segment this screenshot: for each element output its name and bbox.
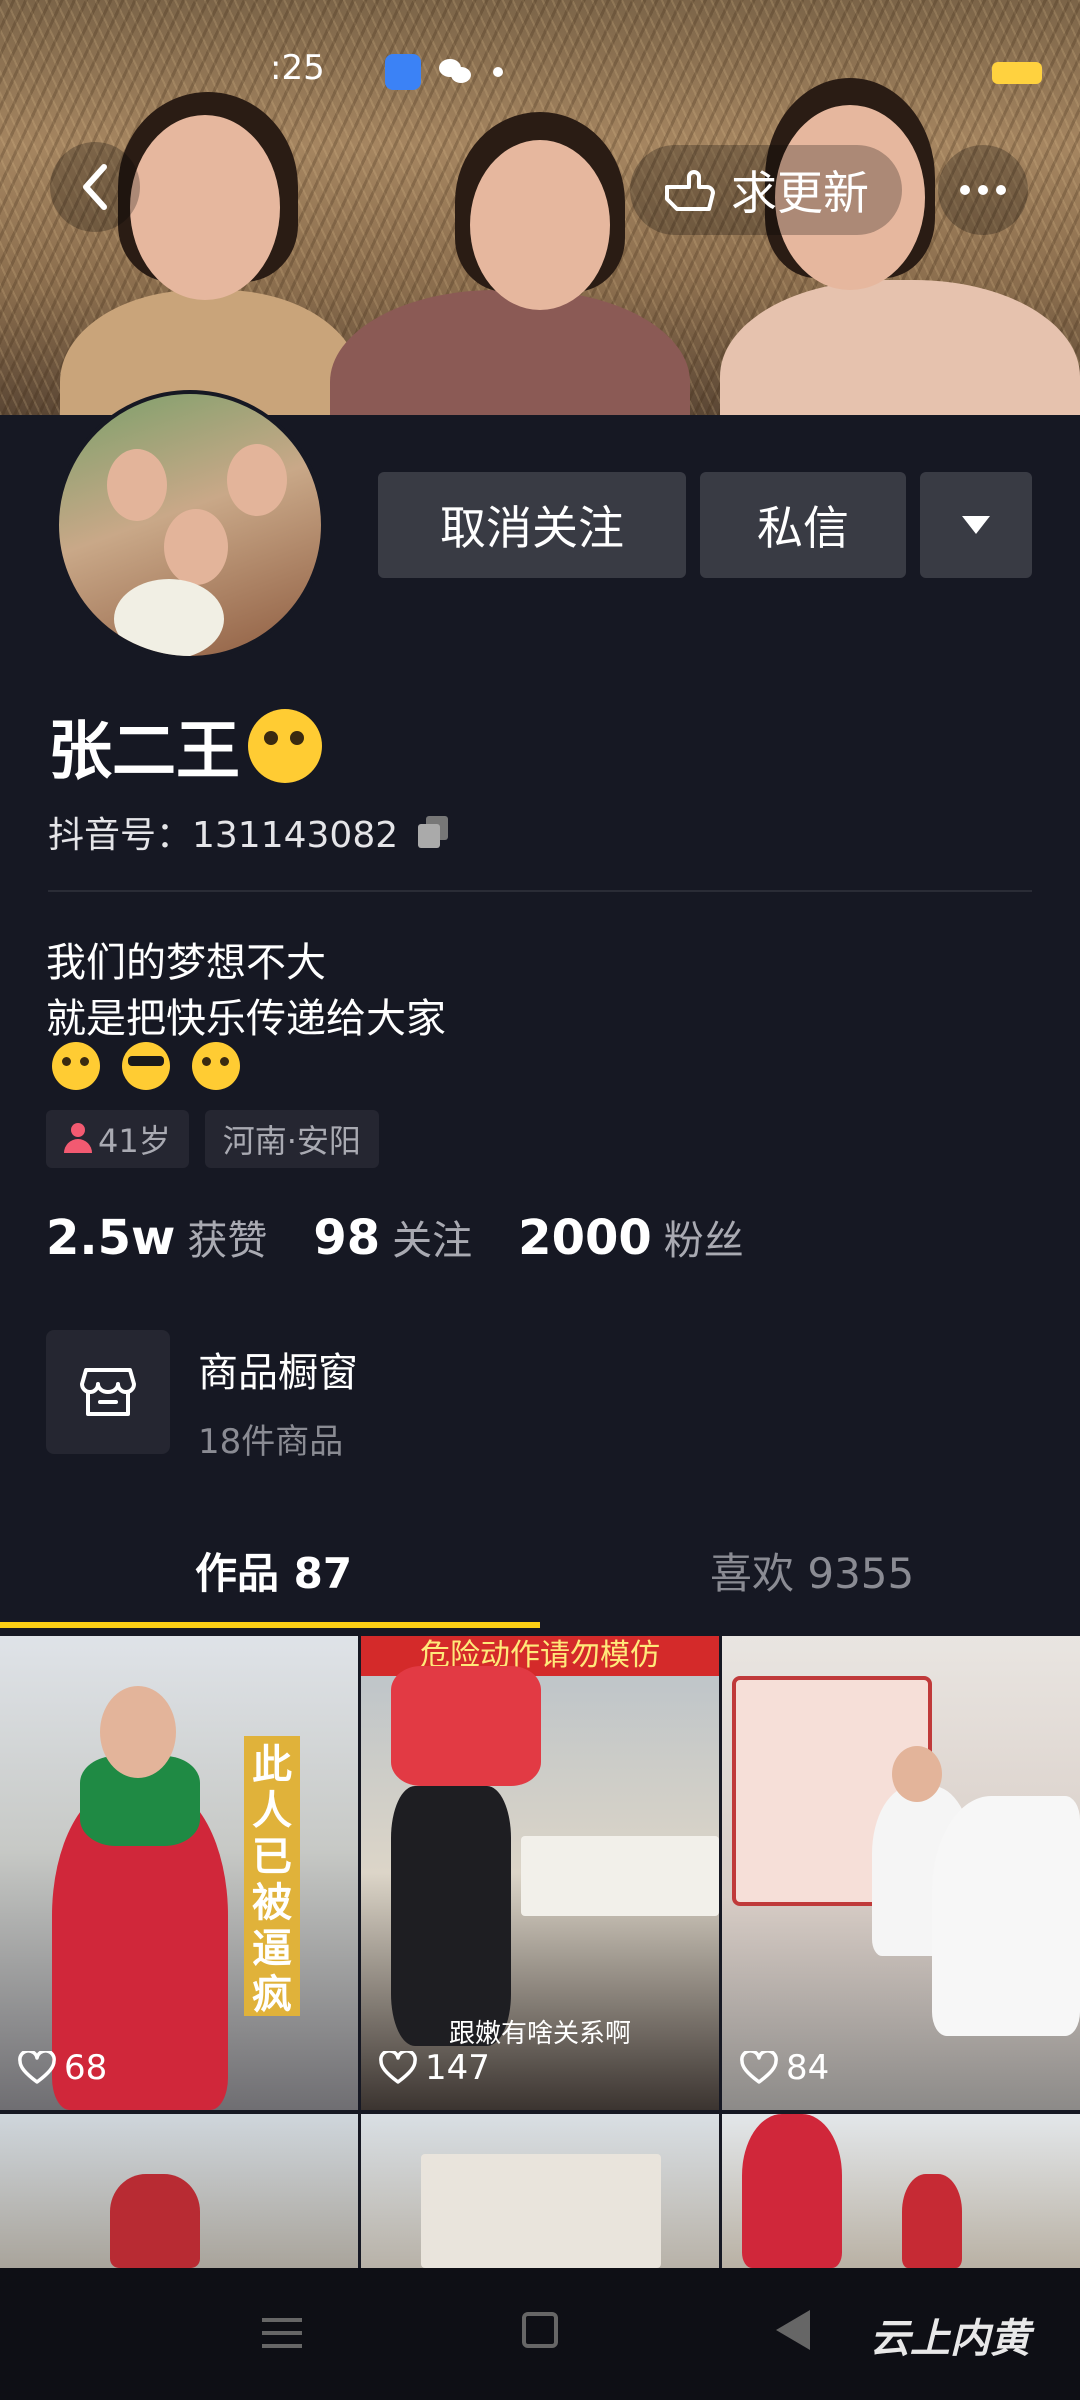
back-icon xyxy=(83,164,107,210)
avatar-face-3 xyxy=(164,509,228,585)
more-button[interactable] xyxy=(938,145,1028,235)
battery-icon xyxy=(992,62,1042,84)
video-likes: 68 xyxy=(18,2048,107,2088)
bio-emojis xyxy=(52,1042,240,1090)
home-icon[interactable] xyxy=(522,2312,558,2348)
bio: 我们的梦想不大 就是把快乐传递给大家 xyxy=(46,935,446,1047)
notification-dot-icon xyxy=(493,67,503,77)
message-button[interactable]: 私信 xyxy=(700,472,906,578)
thumb-figure xyxy=(110,2174,200,2268)
thumb-legs xyxy=(391,1786,511,2046)
unfollow-button[interactable]: 取消关注 xyxy=(378,472,686,578)
video-thumbnail[interactable] xyxy=(361,2114,719,2268)
crazy-face-emoji-icon xyxy=(248,709,322,783)
heart-icon xyxy=(379,2051,417,2085)
shop-text: 商品橱窗 18件商品 xyxy=(198,1330,358,1462)
heart-icon xyxy=(18,2051,56,2085)
stat-likes: 2.5w 获赞 xyxy=(46,1208,267,1266)
more-icon-dot xyxy=(996,185,1006,195)
thumb-car xyxy=(932,1796,1080,2036)
watermark: 云上内黄 xyxy=(870,2316,1030,2362)
location-text: 河南·安阳 xyxy=(222,1122,361,1160)
sunglasses-emoji-icon xyxy=(122,1042,170,1090)
video-likes: 84 xyxy=(740,2048,829,2088)
system-nav-bar: 云上内黄 xyxy=(0,2268,1080,2400)
person-icon xyxy=(64,1123,92,1155)
thumb-figure xyxy=(391,1666,541,1786)
video-likes-count: 84 xyxy=(786,2048,830,2088)
stat-followers[interactable]: 2000 粉丝 xyxy=(518,1208,744,1266)
stat-value: 2000 xyxy=(518,1210,652,1266)
video-likes-count: 68 xyxy=(64,2048,108,2088)
thumb-figure xyxy=(742,2114,842,2268)
heart-icon xyxy=(740,2051,778,2085)
crazy-face-emoji-icon xyxy=(52,1042,100,1090)
more-icon-dot xyxy=(978,185,988,195)
active-tab-indicator xyxy=(0,1622,540,1628)
bio-line-1: 我们的梦想不大 xyxy=(46,940,326,986)
stat-value: 2.5w xyxy=(46,1210,176,1266)
age-text: 41岁 xyxy=(98,1122,171,1160)
divider xyxy=(48,890,1032,892)
more-icon xyxy=(960,185,970,195)
video-likes: 147 xyxy=(379,2048,490,2088)
thumb-head xyxy=(100,1686,176,1778)
avatar-cauliflower xyxy=(114,579,224,656)
location-tag: 河南·安阳 xyxy=(204,1110,379,1168)
stat-label: 获赞 xyxy=(187,1218,268,1264)
status-icons xyxy=(385,54,503,90)
stat-following[interactable]: 98 关注 xyxy=(313,1208,472,1266)
back-button[interactable] xyxy=(50,142,140,232)
video-thumbnail[interactable] xyxy=(722,2114,1080,2268)
douyin-id-text: 抖音号：131143082 xyxy=(48,815,399,856)
status-time: :25 xyxy=(270,48,325,88)
shop-window[interactable]: 商品橱窗 18件商品 xyxy=(46,1330,646,1462)
content-tabs: 作品 87 喜欢 9355 xyxy=(0,1520,1080,1630)
profile-stats: 2.5w 获赞 98 关注 2000 粉丝 xyxy=(46,1208,744,1266)
menu-icon[interactable] xyxy=(262,2318,302,2348)
nav-back-icon[interactable] xyxy=(776,2310,810,2350)
video-likes-count: 147 xyxy=(425,2048,490,2088)
avatar-face-2 xyxy=(227,444,287,516)
profile-name-text: 张二王 xyxy=(48,715,240,789)
profile-tags: 41岁 河南·安阳 xyxy=(46,1110,379,1168)
request-update-button[interactable]: 求更新 xyxy=(630,145,902,235)
video-thumbnail[interactable]: 危险动作请勿模仿 跟嫩有啥关系啊 147 xyxy=(361,1636,719,2110)
copy-icon[interactable] xyxy=(418,816,449,848)
avatar-face-1 xyxy=(107,449,167,521)
status-bar: :25 xyxy=(0,48,1080,98)
stat-value: 98 xyxy=(313,1210,381,1266)
app-notification-icon xyxy=(385,54,421,90)
video-thumbnail[interactable]: 84 xyxy=(722,1636,1080,2110)
bio-line-2: 就是把快乐传递给大家 xyxy=(46,996,446,1042)
shop-icon xyxy=(46,1330,170,1454)
shop-subtitle: 18件商品 xyxy=(198,1422,344,1462)
video-thumbnail[interactable]: 此人已被逼疯 68 xyxy=(0,1636,358,2110)
douyin-id: 抖音号：131143082 xyxy=(48,806,449,858)
thumb-bottom-caption: 跟嫩有啥关系啊 xyxy=(448,2019,631,2049)
dropdown-icon xyxy=(962,516,990,534)
hand-pointing-icon xyxy=(665,170,715,211)
stat-label: 粉丝 xyxy=(663,1218,744,1264)
request-update-label: 求更新 xyxy=(731,166,869,220)
thumb-desk xyxy=(521,1836,719,1916)
thumb-building xyxy=(421,2154,661,2268)
banner-face-middle xyxy=(470,140,610,310)
profile-name: 张二王 xyxy=(48,700,322,792)
eye-roll-emoji-icon xyxy=(192,1042,240,1090)
thumb-overlay-text: 此人已被逼疯 xyxy=(244,1736,300,2018)
thumb-figure xyxy=(902,2174,962,2268)
video-thumbnail[interactable] xyxy=(0,2114,358,2268)
dropdown-button[interactable] xyxy=(920,472,1032,578)
age-tag: 41岁 xyxy=(46,1110,189,1168)
tab-likes[interactable]: 喜欢 9355 xyxy=(710,1540,914,1601)
banner-face-left xyxy=(130,115,280,300)
tab-works[interactable]: 作品 87 xyxy=(195,1540,352,1601)
stat-label: 关注 xyxy=(392,1218,473,1264)
shop-title: 商品橱窗 xyxy=(198,1350,358,1396)
thumb-head xyxy=(892,1746,942,1802)
wechat-icon xyxy=(439,57,475,87)
avatar[interactable] xyxy=(55,390,325,660)
